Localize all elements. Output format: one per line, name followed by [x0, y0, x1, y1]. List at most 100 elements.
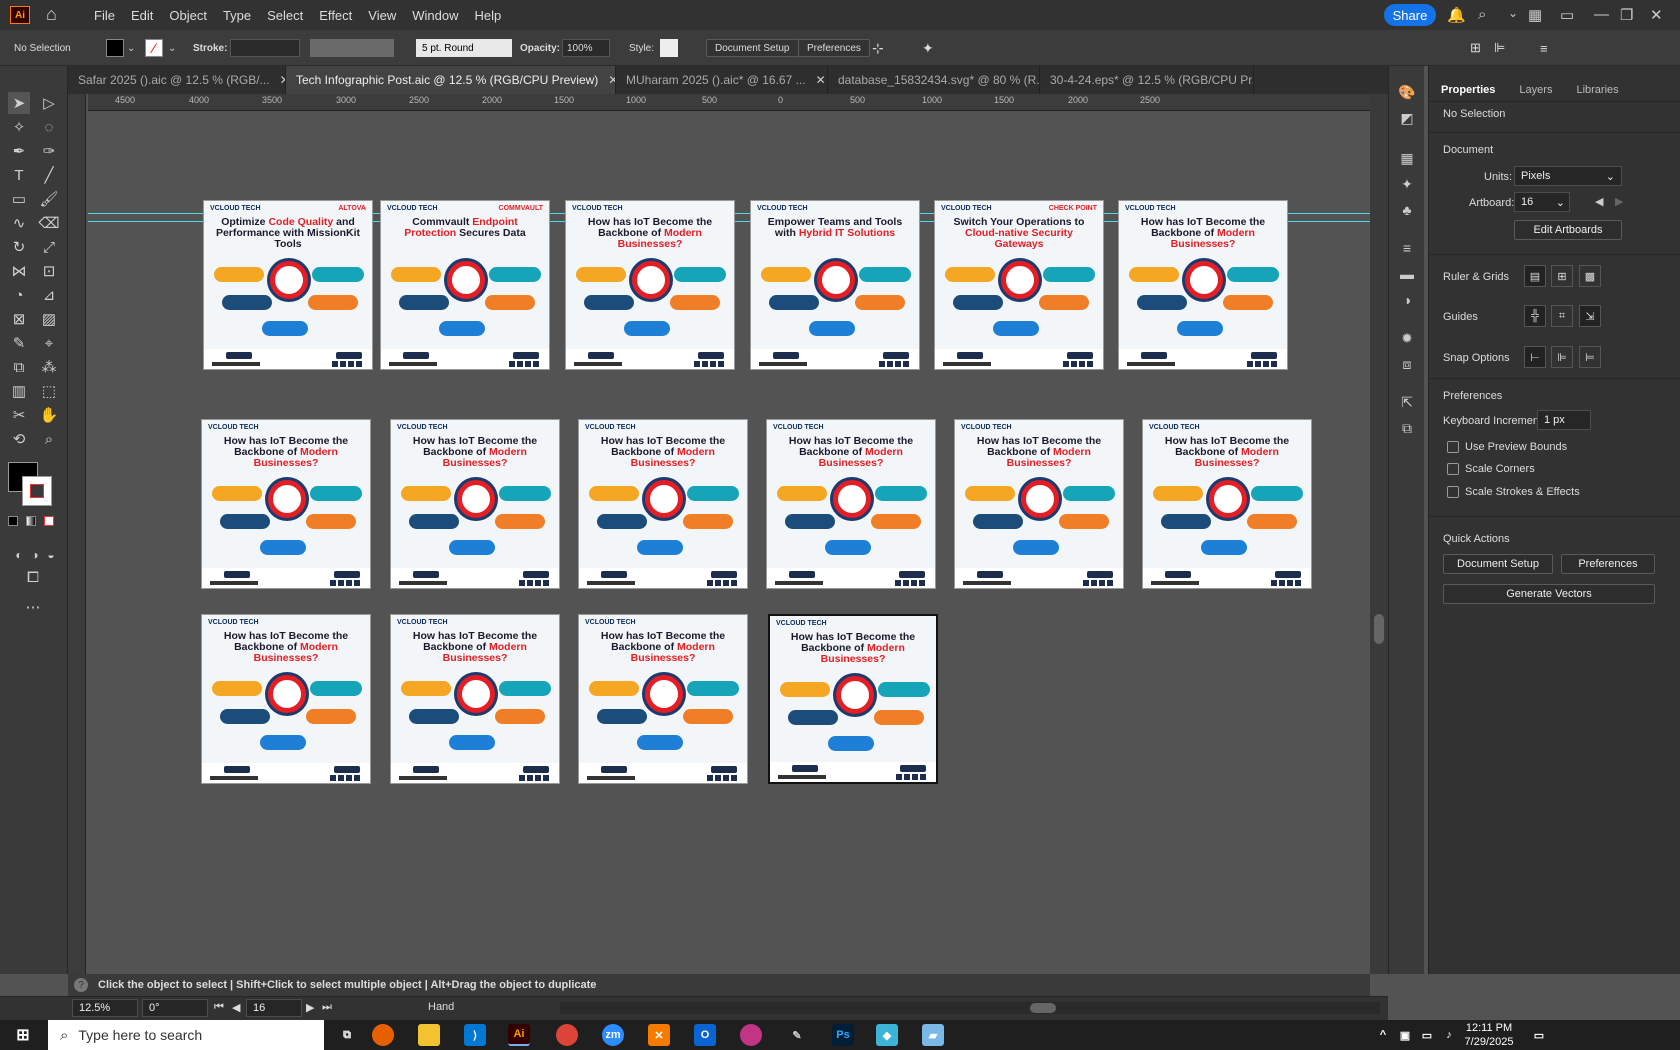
firefox-icon[interactable] [372, 1024, 394, 1046]
restore-icon[interactable]: ❐ [1620, 6, 1633, 24]
artboard[interactable]: VCLOUD TECH How has IoT Become the Backbo… [390, 419, 560, 589]
eyedropper-alt-icon[interactable]: ⌖ [38, 332, 60, 354]
snap-glyph-icon[interactable]: ⊨ [1579, 346, 1601, 368]
artboard[interactable]: VCLOUD TECH How has IoT Become the Backbo… [954, 419, 1124, 589]
fill-dropdown-icon[interactable]: ⌄ [127, 39, 135, 57]
outlook-icon[interactable]: O [694, 1024, 716, 1046]
gradient-panel-icon[interactable]: ▬ [1397, 264, 1417, 284]
snap-point-icon[interactable]: ⊢ [1524, 346, 1546, 368]
tab-properties[interactable]: Properties [1429, 78, 1507, 101]
tab-safar[interactable]: Safar 2025 ().aic @ 12.5 % (RGB/...✕ [68, 66, 286, 94]
artboard[interactable]: VCLOUD TECH How has IoT Become the Backbo… [578, 614, 748, 784]
taskbar-search[interactable]: ⌕ Type here to search [48, 1020, 324, 1050]
tray-app-icon[interactable]: ▣ [1394, 1024, 1416, 1046]
clock-date[interactable]: 7/29/2025 [1460, 1036, 1518, 1048]
direct-selection-tool-icon[interactable]: ▷ [38, 92, 60, 114]
selection-tool-icon[interactable]: ➤ [8, 92, 30, 114]
show-guides-icon[interactable]: ╬ [1524, 305, 1546, 327]
tab-30-4-24[interactable]: 30-4-24.eps* @ 12.5 % (RGB/CPU Pr...✕ [1040, 66, 1254, 94]
scale-tool-icon[interactable]: ⤢ [38, 236, 60, 258]
fill-swatch[interactable] [106, 39, 124, 57]
zoom-icon[interactable]: zm [602, 1024, 624, 1046]
quick-document-setup-button[interactable]: Document Setup [1443, 554, 1553, 574]
file-explorer-icon[interactable] [418, 1024, 440, 1046]
transparency-icon[interactable]: ◑ [1397, 290, 1417, 310]
tab-database[interactable]: database_15832434.svg* @ 80 % (R...✕ [828, 66, 1040, 94]
windows-start-icon[interactable]: ⊞ [12, 1024, 34, 1046]
tab-muharam[interactable]: MUharam 2025 ().aic* @ 16.67 ... ✕ [616, 66, 828, 94]
snap-pixel-icon[interactable]: ⊫ [1551, 346, 1573, 368]
appearance-icon[interactable]: ✹ [1397, 328, 1417, 348]
free-transform-icon[interactable]: ⊡ [38, 260, 60, 282]
width-tool-icon[interactable]: ⋈ [8, 260, 30, 282]
shaper-tool-icon[interactable]: ∿ [8, 212, 30, 234]
perspective-grid-icon[interactable]: ⊿ [38, 284, 60, 306]
lock-guides-icon[interactable]: ⌗ [1551, 305, 1573, 327]
transform-icon[interactable]: ⊞ [1470, 39, 1481, 57]
paintbrush-tool-icon[interactable]: 🖌 [38, 188, 60, 210]
opacity-field[interactable]: 100% [562, 39, 610, 57]
color-guide-icon[interactable]: ◩ [1397, 108, 1417, 128]
variable-width-profile[interactable] [310, 39, 394, 57]
artboard[interactable]: VCLOUD TECH How has IoT Become the Backbo… [565, 200, 735, 370]
menu-help[interactable]: Help [466, 8, 509, 23]
transparency-grid-icon[interactable]: ▩ [1579, 265, 1601, 287]
artboard[interactable]: VCLOUD TECH How has IoT Become the Backbo… [768, 614, 938, 784]
creative-cloud-icon[interactable] [740, 1024, 762, 1046]
brush-definition[interactable]: 5 pt. Round [416, 39, 512, 57]
graphic-styles-icon[interactable]: ⧈ [1397, 354, 1417, 374]
rectangle-tool-icon[interactable]: ▭ [8, 188, 30, 210]
eyedropper-icon[interactable]: ✎ [8, 332, 30, 354]
next-artboard-icon[interactable]: ▶ [306, 1001, 314, 1014]
lasso-icon[interactable]: ◌ [38, 116, 60, 138]
ruler-icon[interactable]: ▤ [1524, 265, 1546, 287]
artboard[interactable]: VCLOUD TECH COMMVAULT Commvault Endpoint P… [380, 200, 550, 370]
document-setup-button[interactable]: Document Setup [706, 39, 799, 57]
artboard[interactable]: VCLOUD TECH How has IoT Become the Backbo… [201, 419, 371, 589]
xampp-icon[interactable]: ✕ [648, 1024, 670, 1046]
stroke-weight-field[interactable] [230, 39, 300, 57]
artboard-navigator[interactable]: 16 [246, 999, 302, 1017]
artboard[interactable]: VCLOUD TECH How has IoT Become the Backbo… [578, 419, 748, 589]
vertical-scrollbar[interactable] [1370, 94, 1388, 974]
magic-wand-icon[interactable]: ✧ [8, 116, 30, 138]
artboard-dropdown[interactable]: 16 ⌄ [1514, 192, 1570, 212]
curvature-tool-icon[interactable]: ✑ [38, 140, 60, 162]
task-view-icon[interactable]: ⧉ [336, 1024, 358, 1046]
none-mode-icon[interactable] [44, 516, 54, 526]
units-dropdown[interactable]: Pixels ⌄ [1514, 166, 1622, 186]
type-tool-icon[interactable]: T [8, 164, 30, 186]
menu-object[interactable]: Object [161, 8, 215, 23]
style-swatch[interactable] [660, 39, 678, 57]
draw-inside-icon[interactable]: ◒ [40, 544, 62, 566]
generate-vectors-button[interactable]: Generate Vectors [1443, 584, 1655, 604]
bell-icon[interactable]: 🔔 [1447, 6, 1466, 24]
quick-preferences-button[interactable]: Preferences [1561, 554, 1655, 574]
stroke-panel-icon[interactable]: ≡ [1397, 238, 1417, 258]
stroke-dropdown-icon[interactable]: ⌄ [168, 39, 176, 57]
menu-type[interactable]: Type [215, 8, 259, 23]
next-artboard-icon[interactable]: ▶ [1615, 195, 1623, 208]
color-mode-icon[interactable] [8, 516, 18, 526]
arrange-icon[interactable]: ▦ [1528, 6, 1542, 24]
zoom-dropdown[interactable]: 12.5% [72, 999, 138, 1017]
preferences-button[interactable]: Preferences [798, 39, 870, 57]
rotate-view-icon[interactable]: ⟲ [8, 428, 30, 450]
grid-icon[interactable]: ⊞ [1551, 265, 1573, 287]
smart-guides-icon[interactable]: ⇲ [1579, 305, 1601, 327]
blend-tool-icon[interactable]: ⧉ [8, 356, 30, 378]
photoshop-icon[interactable]: Ps [832, 1024, 854, 1046]
scroll-thumb[interactable] [1030, 1003, 1056, 1013]
menu-window[interactable]: Window [404, 8, 466, 23]
close-icon[interactable]: ✕ [1650, 6, 1663, 24]
tool-icon[interactable]: ✎ [786, 1024, 808, 1046]
tab-tech-infographic[interactable]: Tech Infographic Post.aic @ 12.5 % (RGB/… [286, 66, 616, 94]
shape-builder-icon[interactable]: ◔ [8, 284, 30, 306]
minimize-icon[interactable]: — [1594, 6, 1609, 23]
artboard[interactable]: VCLOUD TECH How has IoT Become the Backbo… [1142, 419, 1312, 589]
rotate-tool-icon[interactable]: ↻ [8, 236, 30, 258]
menu-select[interactable]: Select [259, 8, 311, 23]
horizontal-scrollbar[interactable] [560, 1002, 1380, 1014]
notifications-icon[interactable]: ▭ [1528, 1024, 1550, 1046]
eraser-tool-icon[interactable]: ⌫ [38, 212, 60, 234]
